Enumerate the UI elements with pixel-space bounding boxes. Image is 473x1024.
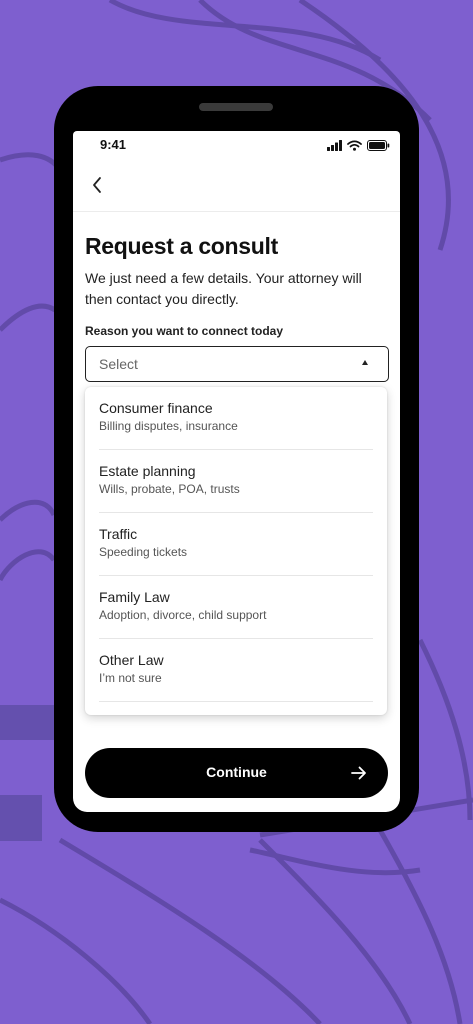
phone-speaker: [199, 103, 273, 111]
page-title: Request a consult: [85, 233, 278, 259]
arrow-right-icon: [351, 766, 366, 780]
battery-icon: [367, 139, 390, 151]
reason-dropdown: Consumer finance Billing disputes, insur…: [85, 387, 387, 715]
option-other-law[interactable]: Other Law I’m not sure: [99, 639, 373, 702]
reason-select[interactable]: Select: [85, 346, 389, 382]
option-title: Consumer finance: [99, 400, 213, 416]
wifi-icon: [347, 139, 362, 151]
phone-frame: 9:41 Request a consult We just need a fe…: [54, 86, 419, 832]
continue-label: Continue: [206, 764, 267, 780]
option-description: Adoption, divorce, child support: [99, 608, 267, 622]
continue-button[interactable]: Continue: [85, 748, 388, 798]
option-description: Billing disputes, insurance: [99, 419, 238, 433]
status-icons: [327, 139, 390, 151]
option-description: I’m not sure: [99, 671, 162, 685]
option-description: Speeding tickets: [99, 545, 188, 559]
chevron-left-icon: [93, 177, 101, 193]
app-screen: 9:41 Request a consult We just need a fe…: [73, 131, 400, 812]
status-time: 9:41: [100, 137, 127, 152]
option-consumer-finance[interactable]: Consumer finance Billing disputes, insur…: [99, 387, 373, 450]
reason-label: Reason you want to connect today: [85, 324, 284, 338]
option-estate-planning[interactable]: Estate planning Wills, probate, POA, tru…: [99, 450, 373, 513]
option-family-law[interactable]: Family Law Adoption, divorce, child supp…: [99, 576, 373, 639]
option-description: Wills, probate, POA, trusts: [99, 482, 240, 496]
select-value: Select: [99, 356, 138, 372]
signal-icon: [327, 139, 342, 151]
status-bar: 9:41: [73, 131, 400, 159]
caret-up-icon: [362, 360, 368, 365]
back-button[interactable]: [85, 171, 109, 199]
option-title: Estate planning: [99, 463, 196, 479]
option-traffic[interactable]: Traffic Speeding tickets: [99, 513, 373, 576]
page-subtitle: We just need a few details. Your attorne…: [85, 270, 362, 307]
option-title: Family Law: [99, 589, 170, 605]
nav-bar: [73, 159, 400, 212]
option-title: Other Law: [99, 652, 164, 668]
option-title: Traffic: [99, 526, 138, 542]
